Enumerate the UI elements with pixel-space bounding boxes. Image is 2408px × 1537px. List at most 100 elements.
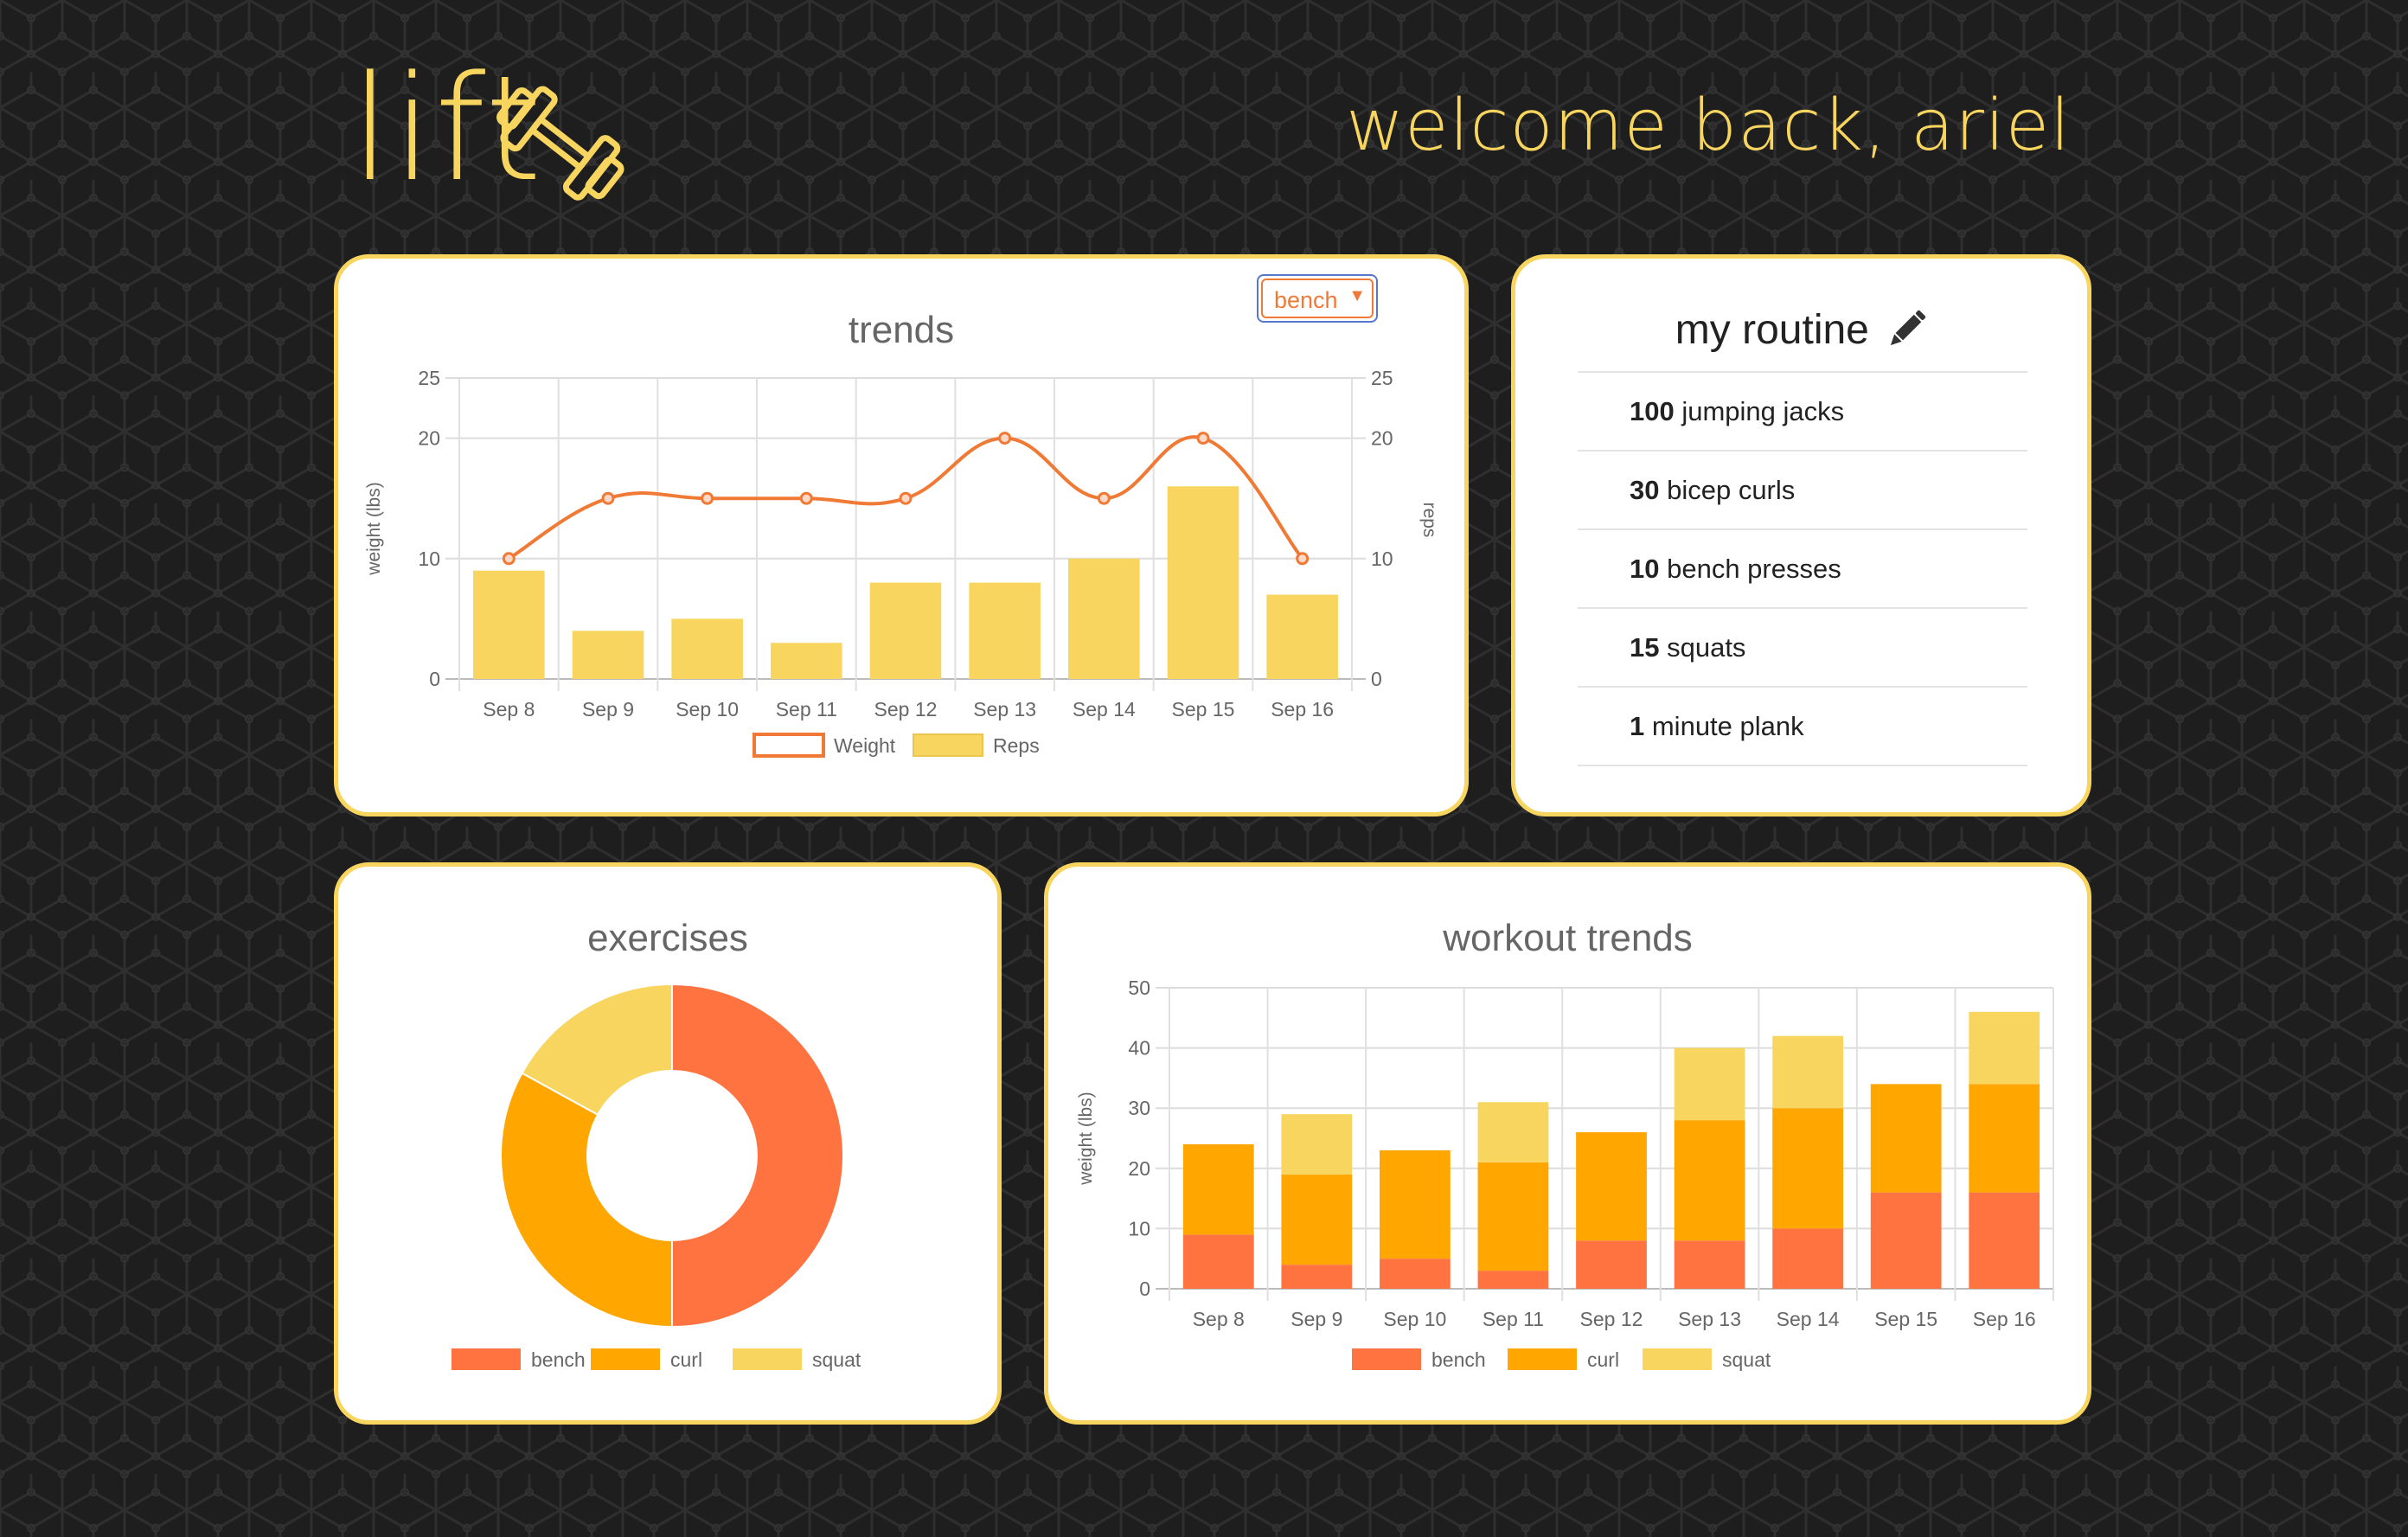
y-tick-label: 30 (1128, 1097, 1150, 1119)
routine-item: 30 bicep curls (1578, 451, 2027, 530)
routine-title: my routine (1675, 307, 1869, 353)
bar-curl (1380, 1150, 1451, 1259)
routine-item-label: bench presses (1659, 554, 1841, 584)
y-tick-label: 20 (1128, 1157, 1150, 1180)
point-weight (701, 491, 714, 505)
routine-item: 10 bench presses (1578, 530, 2027, 609)
routine-item-count: 15 (1630, 632, 1660, 663)
point-weight (502, 552, 516, 566)
bar-bench (1281, 1265, 1353, 1289)
bar-bench (1380, 1258, 1451, 1289)
x-tick-label: Sep 11 (1483, 1308, 1544, 1330)
bar-curl (1772, 1108, 1843, 1229)
bar-curl (1477, 1162, 1549, 1271)
legend-swatch-squat (733, 1348, 802, 1370)
routine-item: 15 squats (1578, 609, 2027, 688)
bar-curl (1870, 1084, 1942, 1193)
bar-squat (1969, 1011, 2040, 1085)
x-tick-label: Sep 14 (1073, 698, 1136, 720)
y2-tick-label: 20 (1371, 427, 1393, 450)
routine-item: 100 jumping jacks (1578, 373, 2027, 451)
x-tick-label: Sep 11 (776, 698, 837, 720)
legend-swatch-bench (452, 1348, 521, 1370)
routine-item-count: 1 (1630, 711, 1645, 741)
y2-tick-label: 0 (1371, 668, 1382, 690)
exercises-card: exercises bench curl squat (334, 862, 1002, 1425)
point-weight (1296, 552, 1310, 566)
x-tick-label: Sep 13 (1678, 1308, 1741, 1330)
routine-item: 1 minute plank (1578, 688, 2027, 766)
legend-label-squat: squat (812, 1348, 861, 1371)
point-weight (799, 491, 813, 505)
bar-reps (1068, 558, 1140, 679)
bar-curl (1969, 1084, 2040, 1193)
routine-card: my routine 100 jumping jacks 30 bicep cu… (1511, 254, 2091, 817)
pencil-icon[interactable] (1887, 309, 1927, 349)
app-logo[interactable]: lift (350, 56, 627, 212)
routine-item-count: 100 (1630, 396, 1675, 426)
y-tick-label: 0 (1139, 1278, 1150, 1300)
legend-label-reps: Reps (993, 734, 1040, 757)
bar-curl (1576, 1132, 1647, 1241)
bar-bench (1870, 1192, 1942, 1289)
bar-reps (671, 618, 743, 679)
x-tick-label: Sep 16 (1973, 1308, 2036, 1330)
y2-tick-label: 25 (1371, 367, 1393, 389)
x-tick-label: Sep 8 (1193, 1308, 1245, 1330)
y2-axis-title: reps (1419, 503, 1439, 538)
legend-swatch-curl (591, 1348, 660, 1370)
routine-item-count: 10 (1630, 554, 1660, 584)
x-tick-label: Sep 16 (1271, 698, 1334, 720)
routine-title-row: my routine (1515, 306, 2087, 354)
x-tick-label: Sep 10 (676, 698, 739, 720)
point-weight (1196, 432, 1210, 445)
point-weight (1097, 491, 1111, 505)
x-tick-label: Sep 14 (1777, 1308, 1840, 1330)
y-tick-label: 10 (418, 548, 440, 570)
workout-trends-card: workout trends 0 10 20 30 40 50 Sep 8 Sep 9 Sep … (1044, 862, 2091, 1425)
bar-squat (1772, 1035, 1843, 1109)
bar-bench (1772, 1228, 1843, 1289)
legend-label-bench: bench (1431, 1348, 1486, 1371)
exercises-chart: bench curl squat (452, 983, 861, 1371)
x-tick-label: Sep 15 (1874, 1308, 1937, 1330)
bar-curl (1182, 1143, 1254, 1235)
bar-bench (1182, 1234, 1254, 1289)
x-tick-label: Sep 9 (582, 698, 634, 720)
bar-curl (1281, 1174, 1353, 1265)
x-tick-label: Sep 12 (1580, 1308, 1643, 1330)
bar-reps (969, 582, 1041, 679)
bar-bench (1576, 1240, 1647, 1289)
legend-swatch-reps (913, 733, 983, 757)
bar-bench (1969, 1192, 2040, 1289)
legend-label-curl: curl (1587, 1348, 1619, 1371)
y-tick-label: 25 (418, 367, 440, 389)
y-tick-label: 20 (418, 427, 440, 450)
bar-bench (1674, 1240, 1745, 1289)
x-tick-label: Sep 15 (1172, 698, 1235, 720)
y-axis-title: weight (lbs) (1076, 1092, 1096, 1185)
point-weight (998, 432, 1012, 445)
legend-swatch-curl (1508, 1348, 1577, 1370)
bar-squat (1477, 1102, 1549, 1162)
bar-curl (1674, 1120, 1745, 1241)
legend-label-curl: curl (670, 1348, 702, 1371)
dumbbell-icon (496, 86, 624, 201)
bar-reps (771, 643, 842, 679)
x-tick-label: Sep 8 (483, 698, 535, 720)
routine-item-label: jumping jacks (1674, 396, 1845, 426)
x-tick-label: Sep 9 (1290, 1308, 1342, 1330)
legend-label-squat: squat (1722, 1348, 1771, 1371)
trends-chart: 0 0 10 10 20 20 25 25 Sep 8 Sep 9 Sep 10 Sep 11 Sep … (364, 367, 1439, 758)
workout-trends-chart: 0 10 20 30 40 50 Sep 8 Sep 9 Sep 10 Sep 11 Sep 12 S… (1076, 977, 2054, 1371)
legend-label-weight: Weight (834, 734, 896, 757)
bar-reps (1167, 486, 1239, 679)
y-axis-title: weight (lbs) (364, 482, 384, 575)
bar-squat (1281, 1114, 1353, 1175)
point-weight (601, 491, 615, 505)
bar-reps (1266, 594, 1338, 679)
bar-squat (1674, 1047, 1745, 1121)
welcome-message: welcome back, ariel (1346, 85, 2071, 167)
routine-item-count: 30 (1630, 475, 1660, 505)
routine-item-label: bicep curls (1659, 475, 1796, 505)
